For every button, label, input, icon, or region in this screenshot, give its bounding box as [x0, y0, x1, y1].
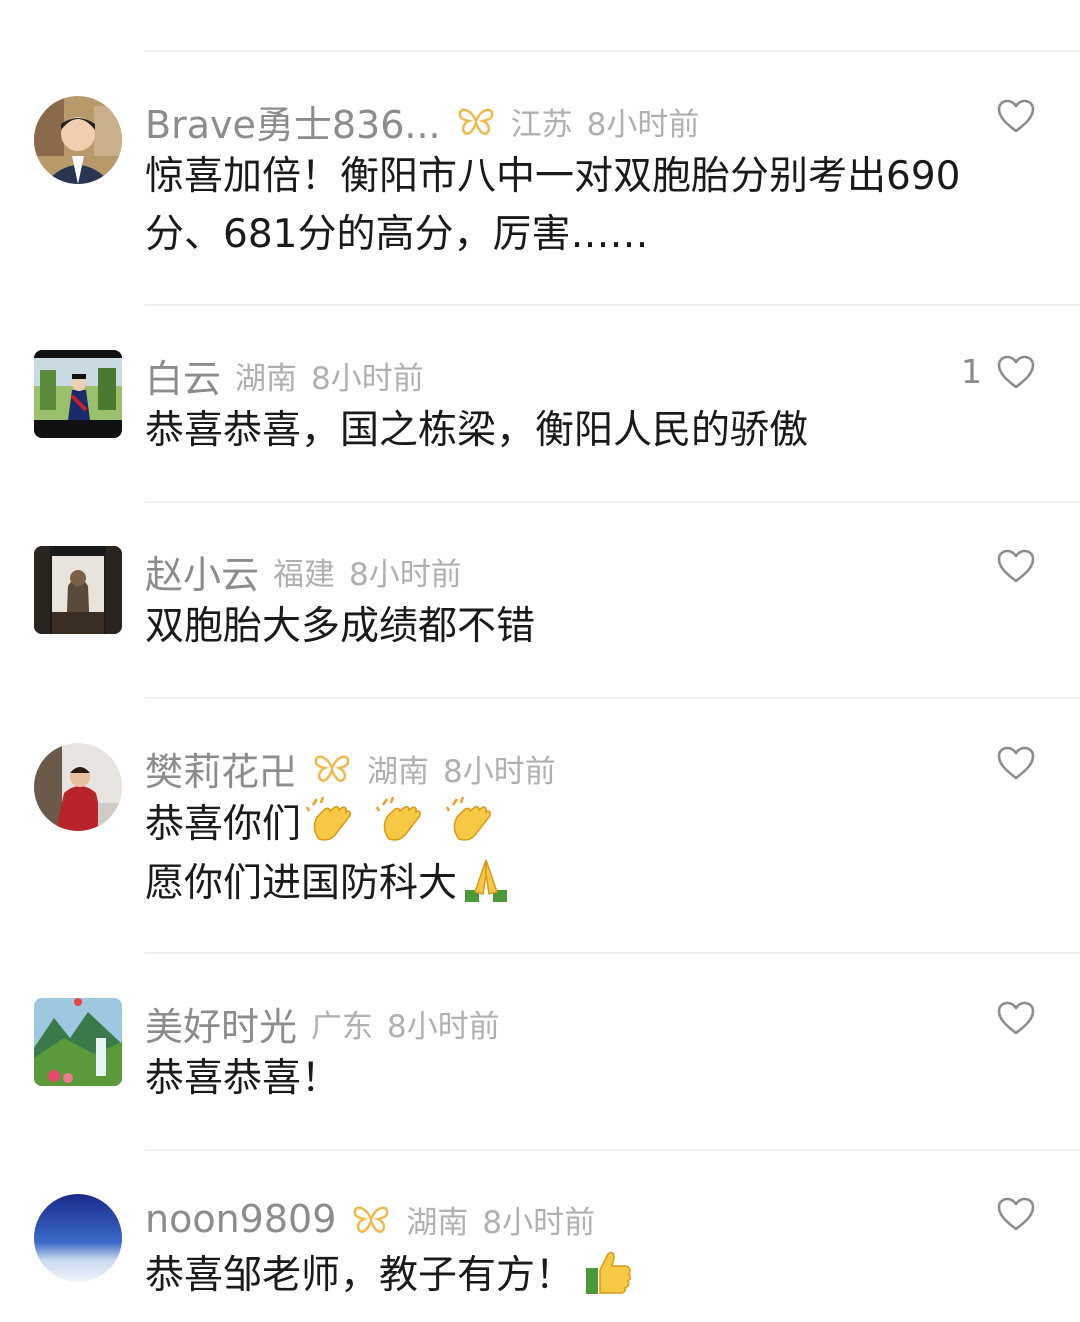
clapping-hands-emoji	[305, 795, 355, 845]
timestamp: 8小时前	[349, 556, 462, 593]
clapping-hands-emoji	[445, 795, 495, 845]
username[interactable]: 白云	[145, 348, 221, 403]
username[interactable]: Brave勇士836...	[145, 94, 441, 149]
comment-text: 恭喜恭喜，国之栋梁，衡阳人民的骄傲	[145, 402, 1045, 460]
comment-meta: 樊莉花卍 湖南 8小时前	[145, 741, 556, 796]
location: 江苏	[510, 106, 573, 143]
comment-line-text: 愿你们进国防科大	[145, 861, 458, 906]
like-button[interactable]	[982, 745, 1036, 781]
comment-meta: noon9809 湖南 8小时前	[145, 1194, 595, 1244]
comment-line: 分、681分的高分，厉害……	[145, 212, 649, 257]
comment-text: 恭喜邹老师，教子有方！	[145, 1246, 1045, 1305]
divider	[145, 952, 1080, 954]
comment-text: 恭喜恭喜！	[145, 1050, 1045, 1108]
comment-line: 愿你们进国防科大	[145, 854, 1045, 913]
comment-line: 惊喜加倍！衡阳市八中一对双胞胎分别考出690	[145, 154, 961, 199]
timestamp: 8小时前	[482, 1204, 596, 1241]
butterfly-badge-icon	[457, 105, 495, 137]
avatar[interactable]	[34, 1194, 122, 1282]
comment-meta: Brave勇士836... 江苏 8小时前	[145, 94, 700, 149]
divider	[145, 501, 1080, 503]
comment-text: 双胞胎大多成绩都不错	[145, 598, 1045, 656]
clapping-hands-emoji	[375, 795, 425, 845]
like-button[interactable]: 1	[961, 352, 1036, 391]
timestamp: 8小时前	[443, 753, 556, 790]
like-button[interactable]	[982, 1196, 1036, 1232]
comment-line-text: 恭喜你们	[145, 802, 302, 847]
comment-line: 恭喜邹老师，教子有方！	[145, 1246, 1045, 1305]
comment-line: 恭喜恭喜，国之栋梁，衡阳人民的骄傲	[145, 408, 809, 453]
location: 湖南	[235, 360, 298, 397]
like-button[interactable]	[982, 1000, 1036, 1036]
username[interactable]: 樊莉花卍	[145, 741, 297, 796]
location: 福建	[273, 556, 336, 593]
timestamp: 8小时前	[311, 360, 424, 397]
divider	[145, 1149, 1080, 1151]
avatar[interactable]	[34, 96, 122, 184]
heart-icon	[997, 99, 1035, 133]
heart-icon	[997, 746, 1035, 780]
heart-icon	[997, 549, 1035, 583]
comment-meta: 美好时光 广东 8小时前	[145, 996, 500, 1051]
location: 湖南	[367, 753, 430, 790]
comment-line: 恭喜恭喜！	[145, 1056, 341, 1101]
avatar[interactable]	[34, 998, 122, 1086]
like-button[interactable]	[982, 548, 1036, 584]
folded-hands-emoji	[461, 854, 511, 904]
heart-icon	[997, 1001, 1035, 1035]
username[interactable]: 美好时光	[145, 996, 297, 1051]
butterfly-badge-icon	[313, 752, 351, 784]
comment-text: 恭喜你们 愿你们进国防科大	[145, 795, 1045, 913]
divider	[145, 697, 1080, 699]
timestamp: 8小时前	[387, 1008, 500, 1045]
like-button[interactable]	[982, 98, 1036, 134]
location: 湖南	[406, 1204, 469, 1241]
comment-text: 惊喜加倍！衡阳市八中一对双胞胎分别考出690 分、681分的高分，厉害……	[145, 148, 1045, 264]
comment-line: 恭喜你们	[145, 795, 1045, 854]
avatar[interactable]	[34, 743, 122, 831]
comment-meta: 白云 湖南 8小时前	[145, 348, 424, 403]
comment-line: 双胞胎大多成绩都不错	[145, 604, 536, 649]
username[interactable]: noon9809	[145, 1197, 336, 1241]
like-count: 1	[961, 352, 982, 391]
avatar[interactable]	[34, 546, 122, 634]
heart-icon	[997, 355, 1035, 388]
username[interactable]: 赵小云	[145, 544, 259, 599]
divider	[145, 304, 1080, 306]
location: 广东	[311, 1008, 374, 1045]
thumbs-up-emoji	[584, 1246, 634, 1296]
timestamp: 8小时前	[586, 106, 700, 143]
comment-meta: 赵小云 福建 8小时前	[145, 544, 462, 599]
avatar[interactable]	[34, 350, 122, 438]
divider	[145, 50, 1080, 52]
heart-icon	[997, 1197, 1035, 1231]
butterfly-badge-icon	[352, 1203, 390, 1235]
comment-line-text: 恭喜邹老师，教子有方！	[145, 1253, 575, 1298]
